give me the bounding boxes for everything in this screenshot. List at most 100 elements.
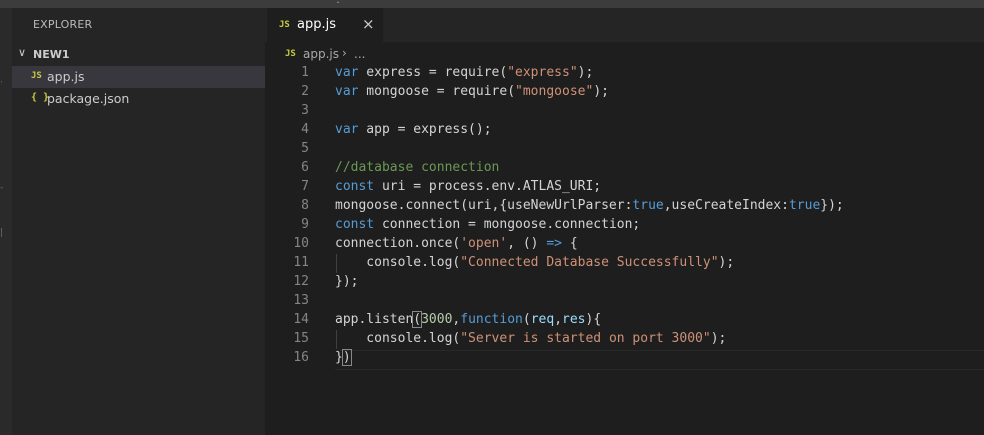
more-actions-icon[interactable]: ⋮ bbox=[333, 0, 343, 5]
folder-name: NEW1 bbox=[33, 48, 70, 61]
code-token: 'open' bbox=[460, 236, 508, 251]
line-number: 2 bbox=[301, 84, 309, 99]
breadcrumb-symbol[interactable]: ... bbox=[354, 47, 365, 61]
code-token: ){ bbox=[585, 312, 602, 327]
code-line[interactable]: 10 connection.once('open', () => { bbox=[265, 235, 984, 254]
code-line[interactable]: 16}) bbox=[265, 349, 984, 368]
activity-indicator-icon[interactable]: - bbox=[0, 183, 3, 193]
code-token: connection = mongoose.connection; bbox=[374, 217, 641, 232]
code-token: ( bbox=[522, 312, 531, 327]
code-token: ) bbox=[341, 349, 352, 366]
editor-tab-bar: JS app.js × bbox=[265, 8, 984, 42]
code-line[interactable]: 9 const connection = mongoose.connection; bbox=[265, 216, 984, 235]
code-line[interactable]: 4 var app = express(); bbox=[265, 121, 984, 140]
close-icon[interactable]: × bbox=[362, 15, 375, 33]
explorer-sidebar: EXPLORER ∨ NEW1 JS app.js { } package.js… bbox=[12, 8, 265, 435]
code-token: const bbox=[335, 217, 375, 232]
code-line[interactable]: 2 var mongoose = require("mongoose"); bbox=[265, 83, 984, 102]
code-text: var app = express(); bbox=[335, 122, 492, 137]
code-line[interactable]: 1 var express = require("express"); bbox=[265, 64, 984, 83]
line-number: 4 bbox=[301, 122, 309, 137]
code-line[interactable]: 11 console.log("Connected Database Succe… bbox=[265, 254, 984, 273]
title-bar: ⋮ bbox=[0, 0, 984, 8]
line-number: 12 bbox=[293, 274, 309, 289]
code-token: ); bbox=[710, 331, 727, 346]
line-number: 9 bbox=[301, 217, 309, 232]
code-token: "Server is started on port 3000" bbox=[460, 331, 711, 346]
file-name: app.js bbox=[47, 69, 85, 84]
activity-indicator-icon[interactable]: | bbox=[0, 228, 3, 238]
code-token: connection.once( bbox=[335, 236, 461, 251]
code-line[interactable]: 15 console.log("Server is started on por… bbox=[265, 330, 984, 349]
code-line[interactable]: 5 bbox=[265, 140, 984, 159]
code-token: ); bbox=[577, 65, 594, 80]
code-token: var bbox=[335, 65, 359, 80]
code-token: 3000 bbox=[421, 312, 453, 327]
code-text: console.log("Server is started on port 3… bbox=[335, 331, 726, 346]
code-text: app.listen(3000,function(req,res){ bbox=[335, 311, 602, 328]
code-token: req bbox=[530, 312, 555, 327]
activity-bar: · - | bbox=[0, 8, 12, 435]
code-token: "express" bbox=[507, 65, 578, 80]
code-text: var express = require("express"); bbox=[335, 65, 593, 80]
line-number: 8 bbox=[301, 198, 309, 213]
javascript-file-icon: JS bbox=[31, 71, 42, 81]
code-line[interactable]: 7 const uri = process.env.ATLAS_URI; bbox=[265, 178, 984, 197]
file-item-app-js[interactable]: JS app.js bbox=[12, 66, 265, 88]
code-token: console.log( bbox=[335, 255, 461, 270]
code-token: uri = process.env.ATLAS_URI; bbox=[374, 179, 602, 194]
code-token: res bbox=[562, 312, 586, 327]
javascript-file-icon: JS bbox=[279, 20, 290, 30]
file-item-package-json[interactable]: { } package.json bbox=[12, 88, 265, 110]
code-token: , () bbox=[507, 236, 547, 251]
activity-indicator-icon[interactable]: · bbox=[0, 78, 3, 88]
tab-app-js[interactable]: JS app.js × bbox=[267, 8, 383, 42]
code-token: "Connected Database Successfully" bbox=[460, 255, 719, 270]
line-number: 14 bbox=[293, 312, 309, 327]
code-token: , bbox=[554, 312, 563, 327]
code-token: mongoose = require( bbox=[358, 84, 516, 99]
code-token: //database connection bbox=[335, 160, 500, 175]
code-token: true bbox=[632, 198, 664, 213]
code-token: ); bbox=[718, 255, 735, 270]
code-token: var bbox=[335, 122, 359, 137]
code-token: { bbox=[562, 236, 578, 251]
code-line[interactable]: 3 bbox=[265, 102, 984, 121]
code-token: "mongoose" bbox=[515, 84, 594, 99]
code-token: }); bbox=[335, 274, 359, 289]
code-text: const uri = process.env.ATLAS_URI; bbox=[335, 179, 601, 194]
tab-label: app.js bbox=[297, 17, 336, 32]
javascript-file-icon: JS bbox=[285, 49, 296, 59]
code-text: //database connection bbox=[335, 160, 499, 175]
code-token: ,useCreateIndex: bbox=[663, 198, 789, 213]
code-line[interactable]: 14 app.listen(3000,function(req,res){ bbox=[265, 311, 984, 330]
line-number: 3 bbox=[301, 103, 309, 118]
code-token: ); bbox=[593, 84, 609, 99]
line-number: 15 bbox=[293, 331, 309, 346]
line-number: 16 bbox=[293, 350, 309, 365]
code-text: const connection = mongoose.connection; bbox=[335, 217, 640, 232]
code-text: console.log("Connected Database Successf… bbox=[335, 255, 734, 270]
code-token: express = require( bbox=[358, 65, 508, 80]
code-text: connection.once('open', () => { bbox=[335, 236, 578, 251]
chevron-down-icon: ∨ bbox=[18, 46, 27, 59]
code-line[interactable]: 6 //database connection bbox=[265, 159, 984, 178]
code-line[interactable]: 12}); bbox=[265, 273, 984, 292]
folder-new1[interactable]: ∨ NEW1 bbox=[12, 45, 265, 65]
code-token: => bbox=[546, 236, 562, 251]
code-token: true bbox=[788, 198, 821, 213]
explorer-title: EXPLORER bbox=[33, 18, 93, 31]
code-editor[interactable]: 1 var express = require("express"); 2 var m… bbox=[265, 64, 984, 435]
code-token: } bbox=[335, 350, 343, 365]
code-text: }); bbox=[335, 274, 358, 289]
code-line[interactable]: 13 bbox=[265, 292, 984, 311]
breadcrumb-file[interactable]: app.js bbox=[303, 47, 339, 61]
chevron-right-icon: › bbox=[342, 46, 347, 60]
code-text: }) bbox=[335, 349, 352, 366]
line-number: 1 bbox=[301, 65, 309, 80]
code-token: mongoose.connect(uri,{useNewUrlParser: bbox=[335, 198, 633, 213]
code-line[interactable]: 8 mongoose.connect(uri,{useNewUrlParser:t… bbox=[265, 197, 984, 216]
line-number: 5 bbox=[301, 141, 309, 156]
file-name: package.json bbox=[47, 91, 130, 106]
code-text: var mongoose = require("mongoose"); bbox=[335, 84, 609, 99]
